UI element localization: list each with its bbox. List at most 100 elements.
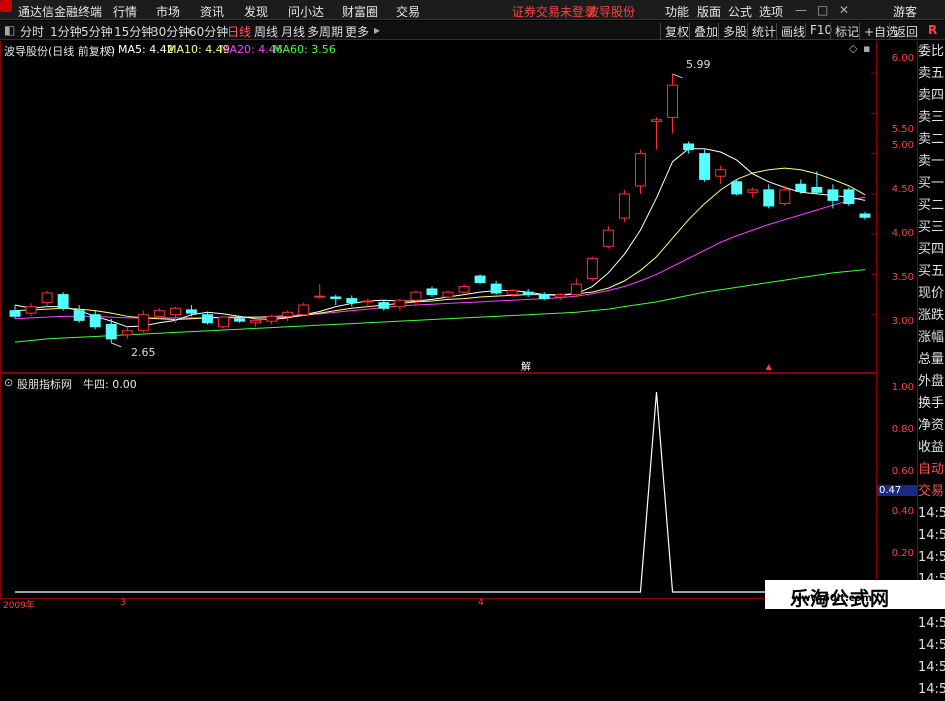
menu-formula[interactable]: 公式 [728, 3, 752, 20]
main-chart-panel[interactable]: 波导股份(日线 前复权) ⊙ MA5: 4.42 MA10: 4.49 MA20… [0, 41, 878, 373]
btn-overlay[interactable]: 叠加 [689, 23, 718, 40]
period-daily[interactable]: 日线 [227, 23, 251, 40]
menu-trade[interactable]: 交易 [396, 3, 420, 20]
candle [218, 316, 229, 329]
dropdown-icon[interactable]: ▸ [374, 23, 380, 37]
menu-options[interactable]: 选项 [759, 3, 783, 20]
candle-body [795, 183, 807, 192]
candle-body [602, 229, 614, 247]
user-guest[interactable]: 游客 [893, 3, 917, 20]
candle-body [506, 290, 518, 296]
candle-body [538, 294, 550, 300]
period-30min[interactable]: 30分钟 [151, 23, 190, 40]
menu-market-quotes[interactable]: 行情 [113, 3, 137, 20]
axis-label: 0.40 [891, 506, 914, 517]
label-bid4: 买四 [918, 242, 945, 257]
btn-statistics[interactable]: 统计 [747, 23, 776, 40]
period-15min[interactable]: 15分钟 [114, 23, 153, 40]
candle-body [89, 314, 101, 328]
candle-body [667, 84, 679, 118]
period-intraday[interactable]: 分时 [20, 23, 44, 40]
tick-time: 14:56 [918, 682, 945, 697]
label-change-pct: 涨幅 [918, 330, 945, 345]
label-ask3: 卖三 [918, 110, 945, 125]
axis-label: 1.00 [891, 382, 914, 393]
candle [731, 179, 743, 196]
btn-draw-line[interactable]: 画线 [776, 23, 805, 40]
label-bid5: 买五 [918, 264, 945, 279]
trade-tab[interactable]: 交易 [918, 481, 945, 503]
candle [137, 310, 149, 333]
candle [634, 149, 646, 194]
sidebar-toggle-icon[interactable]: ◧ [4, 23, 15, 37]
candle [490, 280, 502, 295]
tick-time: 14:56 [918, 638, 945, 653]
event-arrow-icon [765, 364, 772, 370]
btn-restore-rights[interactable]: 复权 [660, 23, 689, 40]
menu-discover[interactable]: 发现 [244, 3, 268, 20]
badge-r: R [928, 23, 938, 37]
period-60min[interactable]: 60分钟 [189, 23, 228, 40]
candle-body [827, 189, 839, 201]
menu-wealth[interactable]: 财富圈 [342, 3, 378, 20]
candle-body [298, 304, 310, 316]
period-monthly[interactable]: 月线 [281, 23, 305, 40]
candle [843, 187, 855, 206]
unlock-event-marker[interactable]: 解 [521, 358, 531, 373]
period-5min[interactable]: 5分钟 [81, 23, 113, 40]
candle-body [458, 286, 470, 293]
label-earnings: 收益 [918, 440, 945, 455]
menu-market[interactable]: 市场 [156, 3, 180, 20]
period-1min[interactable]: 1分钟 [50, 23, 82, 40]
axis-label: 0.60 [891, 466, 914, 477]
candle-body [699, 153, 711, 180]
period-more[interactable]: 更多 [345, 23, 369, 40]
candle [426, 286, 438, 297]
menu-function[interactable]: 功能 [665, 3, 689, 20]
candle-body [490, 283, 502, 294]
menu-ask[interactable]: 问小达 [288, 3, 324, 20]
minimize-icon[interactable]: — [795, 3, 807, 17]
candle [201, 311, 213, 325]
label-bid3: 买三 [918, 220, 945, 235]
candle-body [346, 298, 358, 304]
candle-body [394, 299, 406, 308]
btn-back[interactable]: 返回 [889, 23, 918, 40]
candle [314, 284, 326, 299]
btn-f10[interactable]: F10 [805, 23, 832, 37]
tick-time: 14:56 [918, 506, 945, 521]
menu-layout[interactable]: 版面 [697, 3, 721, 20]
candle [763, 184, 775, 209]
axis-label: 6.00 [891, 53, 914, 64]
axis-label: 0.20 [891, 548, 914, 559]
candle [586, 256, 598, 281]
menu-news[interactable]: 资讯 [200, 3, 224, 20]
candle-body [843, 189, 855, 205]
candle [458, 284, 470, 295]
candle-body [442, 291, 454, 298]
candle-body [634, 153, 646, 187]
axis-label: 4.50 [891, 184, 914, 195]
auto-trade-tab[interactable]: 自动 [918, 459, 945, 481]
label-weibi: 委比 [918, 44, 945, 59]
candle [121, 326, 133, 339]
candle [169, 306, 181, 323]
close-icon[interactable]: ✕ [839, 3, 849, 17]
candle-body [201, 314, 213, 324]
candle [153, 308, 165, 319]
period-weekly[interactable]: 周线 [254, 23, 278, 40]
trade-login-warning[interactable]: 证券交易未登录 [512, 3, 596, 20]
label-ask2: 卖二 [918, 132, 945, 147]
candle [57, 292, 69, 311]
period-multi[interactable]: 多周期 [307, 23, 343, 40]
candle [41, 290, 53, 307]
candle-body [153, 310, 165, 317]
maximize-icon[interactable]: □ [817, 3, 828, 17]
indicator-line [15, 391, 865, 593]
btn-multi-stock[interactable]: 多股 [718, 23, 747, 40]
indicator-panel[interactable]: ⊙ 股朋指标网 牛四: 0.00 [0, 373, 877, 599]
label-turnover: 换手 [918, 396, 945, 411]
btn-mark[interactable]: 标记 [830, 23, 859, 40]
tick-time: 14:56 [918, 528, 945, 543]
order-book-panel: 委比 卖五 卖四 卖三 卖二 卖一 买一 买二 买三 买四 买五 现价 涨跌 涨… [917, 41, 945, 697]
